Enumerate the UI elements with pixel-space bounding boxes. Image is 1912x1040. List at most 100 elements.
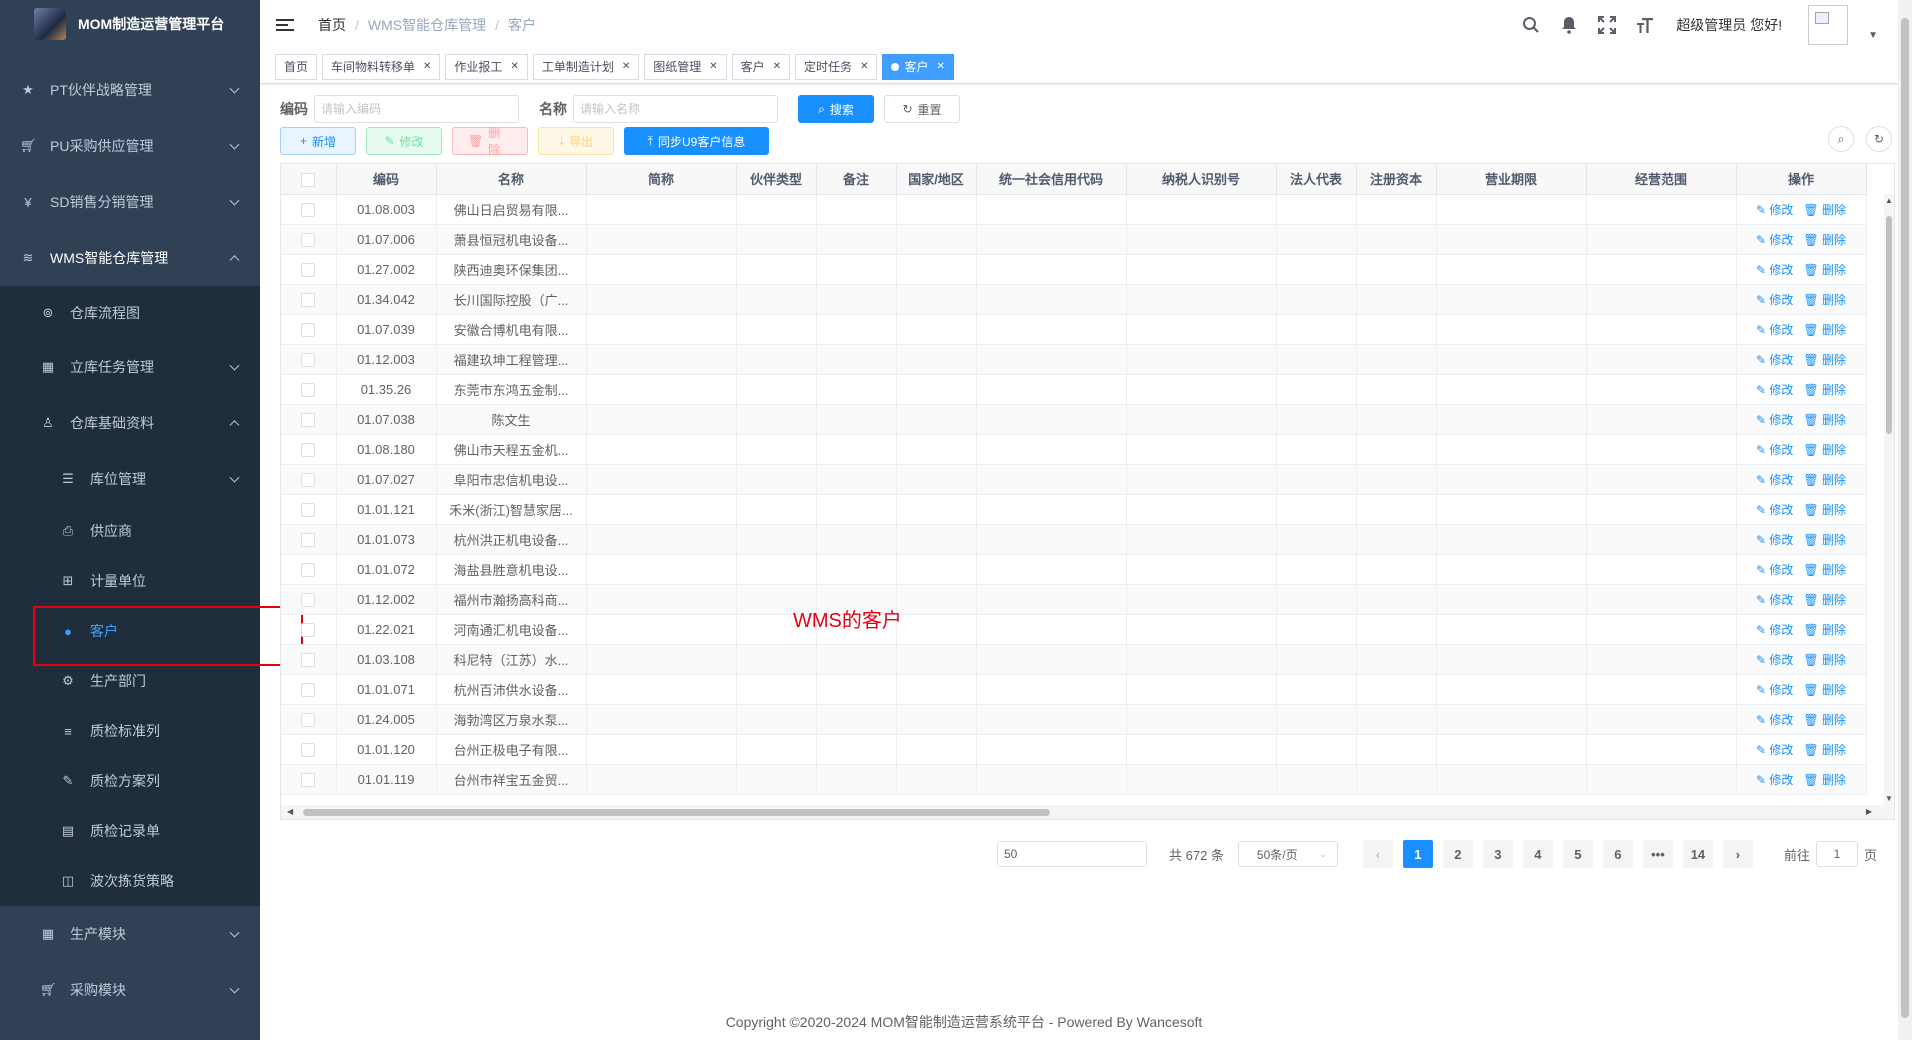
- row-checkbox[interactable]: [301, 652, 316, 667]
- row-edit-button[interactable]: ✎ 修改: [1756, 413, 1793, 427]
- row-checkbox[interactable]: [301, 742, 316, 757]
- avatar[interactable]: [1808, 5, 1849, 45]
- sidebar-item-warehouse-flow[interactable]: ⊚ 仓库流程图: [0, 286, 260, 340]
- close-icon[interactable]: ✕: [860, 61, 868, 72]
- row-delete-button[interactable]: 🗑︎ 删除: [1803, 593, 1846, 607]
- more-pages-button[interactable]: •••: [1642, 840, 1673, 868]
- table-horizontal-scrollbar[interactable]: ◀ ▶: [281, 805, 1894, 819]
- edit-button[interactable]: ✎ 修改: [366, 127, 442, 155]
- code-input[interactable]: [314, 95, 519, 123]
- close-icon[interactable]: ✕: [423, 61, 431, 72]
- close-icon[interactable]: ✕: [773, 61, 781, 72]
- table-row[interactable]: 01.27.002 陕西迪奥环保集团... ✎ 修改 🗑︎ 删除: [281, 254, 1867, 285]
- sidebar-item-qc-record[interactable]: ▤ 质检记录单: [0, 806, 260, 856]
- bell-icon[interactable]: [1558, 14, 1580, 36]
- sidebar-item-unit[interactable]: ⊞ 计量单位: [0, 556, 260, 606]
- row-select-cell[interactable]: [281, 194, 337, 225]
- row-select-cell[interactable]: [281, 404, 337, 435]
- tag-customer[interactable]: 客户 ✕: [731, 53, 791, 80]
- row-select-cell[interactable]: [281, 524, 337, 555]
- tag-drawing[interactable]: 图纸管理 ✕: [644, 53, 727, 80]
- sidebar-item-customer[interactable]: ● 客户: [0, 606, 260, 656]
- row-select-cell[interactable]: [281, 284, 337, 315]
- row-checkbox[interactable]: [301, 682, 316, 697]
- row-edit-button[interactable]: ✎ 修改: [1756, 563, 1793, 577]
- scroll-down-arrow-icon[interactable]: ▼: [1885, 794, 1893, 803]
- row-checkbox[interactable]: [301, 322, 316, 337]
- row-select-cell[interactable]: [281, 344, 337, 375]
- row-delete-button[interactable]: 🗑︎ 删除: [1803, 743, 1846, 757]
- table-row[interactable]: 01.22.021 河南通汇机电设备... ✎ 修改 🗑︎ 删除: [281, 614, 1867, 645]
- row-checkbox[interactable]: [301, 502, 316, 517]
- row-delete-button[interactable]: 🗑︎ 删除: [1803, 563, 1846, 577]
- close-icon[interactable]: ✕: [709, 61, 717, 72]
- caret-down-icon[interactable]: ▼: [1868, 30, 1878, 41]
- tag-scheduled-task[interactable]: 定时任务 ✕: [795, 53, 878, 80]
- row-checkbox[interactable]: [301, 712, 316, 727]
- table-row[interactable]: 01.24.005 海勃湾区万泉水泵... ✎ 修改 🗑︎ 删除: [281, 704, 1867, 735]
- row-checkbox[interactable]: [301, 232, 316, 247]
- search-icon[interactable]: [1520, 14, 1542, 36]
- scroll-left-arrow-icon[interactable]: ◀: [287, 807, 293, 816]
- row-delete-button[interactable]: 🗑︎ 删除: [1803, 443, 1846, 457]
- sidebar-item-wave-picking[interactable]: ◫ 波次拣货策略: [0, 856, 260, 906]
- row-delete-button[interactable]: 🗑︎ 删除: [1803, 503, 1846, 517]
- row-edit-button[interactable]: ✎ 修改: [1756, 533, 1793, 547]
- table-row[interactable]: 01.07.038 陈文生 ✎ 修改 🗑︎ 删除: [281, 404, 1867, 435]
- row-select-cell[interactable]: [281, 464, 337, 495]
- scroll-up-arrow-icon[interactable]: ▲: [1885, 196, 1893, 205]
- row-select-cell[interactable]: [281, 584, 337, 615]
- table-row[interactable]: 01.03.108 科尼特（江苏）水... ✎ 修改 🗑︎ 删除: [281, 644, 1867, 675]
- row-edit-button[interactable]: ✎ 修改: [1756, 353, 1793, 367]
- scrollbar-thumb[interactable]: [1886, 216, 1892, 434]
- font-size-icon[interactable]: [1634, 14, 1656, 36]
- sidebar-item-location[interactable]: ☰ 库位管理: [0, 452, 260, 506]
- row-edit-button[interactable]: ✎ 修改: [1756, 773, 1793, 787]
- sidebar-item-sd[interactable]: ¥ SD销售分销管理: [0, 174, 260, 230]
- row-delete-button[interactable]: 🗑︎ 删除: [1803, 533, 1846, 547]
- table-row[interactable]: 01.07.006 萧县恒冠机电设备... ✎ 修改 🗑︎ 删除: [281, 224, 1867, 255]
- table-row[interactable]: 01.35.26 东莞市东鸿五金制... ✎ 修改 🗑︎ 删除: [281, 374, 1867, 405]
- row-edit-button[interactable]: ✎ 修改: [1756, 473, 1793, 487]
- row-delete-button[interactable]: 🗑︎ 删除: [1803, 653, 1846, 667]
- page-button[interactable]: 5: [1562, 840, 1593, 868]
- goto-page-input[interactable]: 1: [1815, 841, 1858, 867]
- row-delete-button[interactable]: 🗑︎ 删除: [1803, 353, 1846, 367]
- toggle-search-icon[interactable]: ⌕: [1828, 126, 1854, 152]
- reset-button[interactable]: ↻ 重置: [884, 95, 960, 123]
- sidebar-item-supplier[interactable]: ⎙ 供应商: [0, 506, 260, 556]
- sidebar-item-pu[interactable]: 🛒︎ PU采购供应管理: [0, 118, 260, 174]
- table-row[interactable]: 01.01.071 杭州百沛供水设备... ✎ 修改 🗑︎ 删除: [281, 674, 1867, 705]
- next-page-button[interactable]: ›: [1722, 840, 1753, 868]
- scrollbar-thumb[interactable]: [303, 809, 1050, 816]
- sidebar-item-purchase[interactable]: 🛒︎ 采购模块: [0, 962, 260, 1018]
- row-delete-button[interactable]: 🗑︎ 删除: [1803, 623, 1846, 637]
- row-edit-button[interactable]: ✎ 修改: [1756, 323, 1793, 337]
- row-delete-button[interactable]: 🗑︎ 删除: [1803, 383, 1846, 397]
- row-select-cell[interactable]: [281, 704, 337, 735]
- row-edit-button[interactable]: ✎ 修改: [1756, 293, 1793, 307]
- row-checkbox[interactable]: [301, 262, 316, 277]
- row-checkbox[interactable]: [301, 772, 316, 787]
- delete-button[interactable]: 🗑︎ 删除: [452, 126, 528, 157]
- page-button[interactable]: 1: [1402, 840, 1433, 868]
- row-delete-button[interactable]: 🗑︎ 删除: [1803, 293, 1846, 307]
- row-select-cell[interactable]: [281, 224, 337, 255]
- table-row[interactable]: 01.01.119 台州市祥宝五金贸... ✎ 修改 🗑︎ 删除: [281, 764, 1867, 795]
- row-checkbox[interactable]: [301, 292, 316, 307]
- table-row[interactable]: 01.08.180 佛山市天程五金机... ✎ 修改 🗑︎ 删除: [281, 434, 1867, 465]
- sidebar-item-stacker-tasks[interactable]: ▦ 立库任务管理: [0, 340, 260, 394]
- row-select-cell[interactable]: [281, 614, 337, 645]
- page-button[interactable]: 14: [1682, 840, 1713, 868]
- row-edit-button[interactable]: ✎ 修改: [1756, 383, 1793, 397]
- row-checkbox[interactable]: [301, 352, 316, 367]
- row-select-cell[interactable]: [281, 734, 337, 765]
- sidebar-item-production-dept[interactable]: ⚙ 生产部门: [0, 656, 260, 706]
- row-delete-button[interactable]: 🗑︎ 删除: [1803, 263, 1846, 277]
- tag-work-report[interactable]: 作业报工 ✕: [445, 53, 528, 80]
- add-button[interactable]: + 新增: [280, 127, 356, 155]
- sidebar-item-qc-standard[interactable]: ≡ 质检标准列: [0, 706, 260, 756]
- sidebar-item-wms[interactable]: ≋ WMS智能仓库管理: [0, 230, 260, 286]
- row-select-cell[interactable]: [281, 254, 337, 285]
- row-edit-button[interactable]: ✎ 修改: [1756, 203, 1793, 217]
